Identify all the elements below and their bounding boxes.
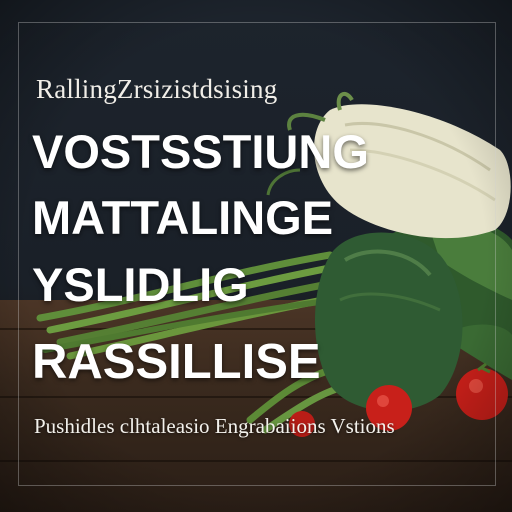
poster: RallingZrsizistdsising VOSTSSTIUNG MATTA… (0, 0, 512, 512)
headline-line-3: YSLIDLIG (32, 258, 249, 311)
headline-line-1: VOSTSSTIUNG (32, 125, 369, 178)
text-overlay: RallingZrsizistdsising VOSTSSTIUNG MATTA… (0, 0, 512, 512)
subtitle: RallingZrsizistdsising (36, 74, 278, 104)
headline-line-4: RASSILLISE (32, 335, 321, 389)
headline-line-2: MATTALINGE (32, 191, 334, 244)
tagline: Pushidles clhtaleasio Engrabaiions Vstio… (34, 414, 395, 438)
